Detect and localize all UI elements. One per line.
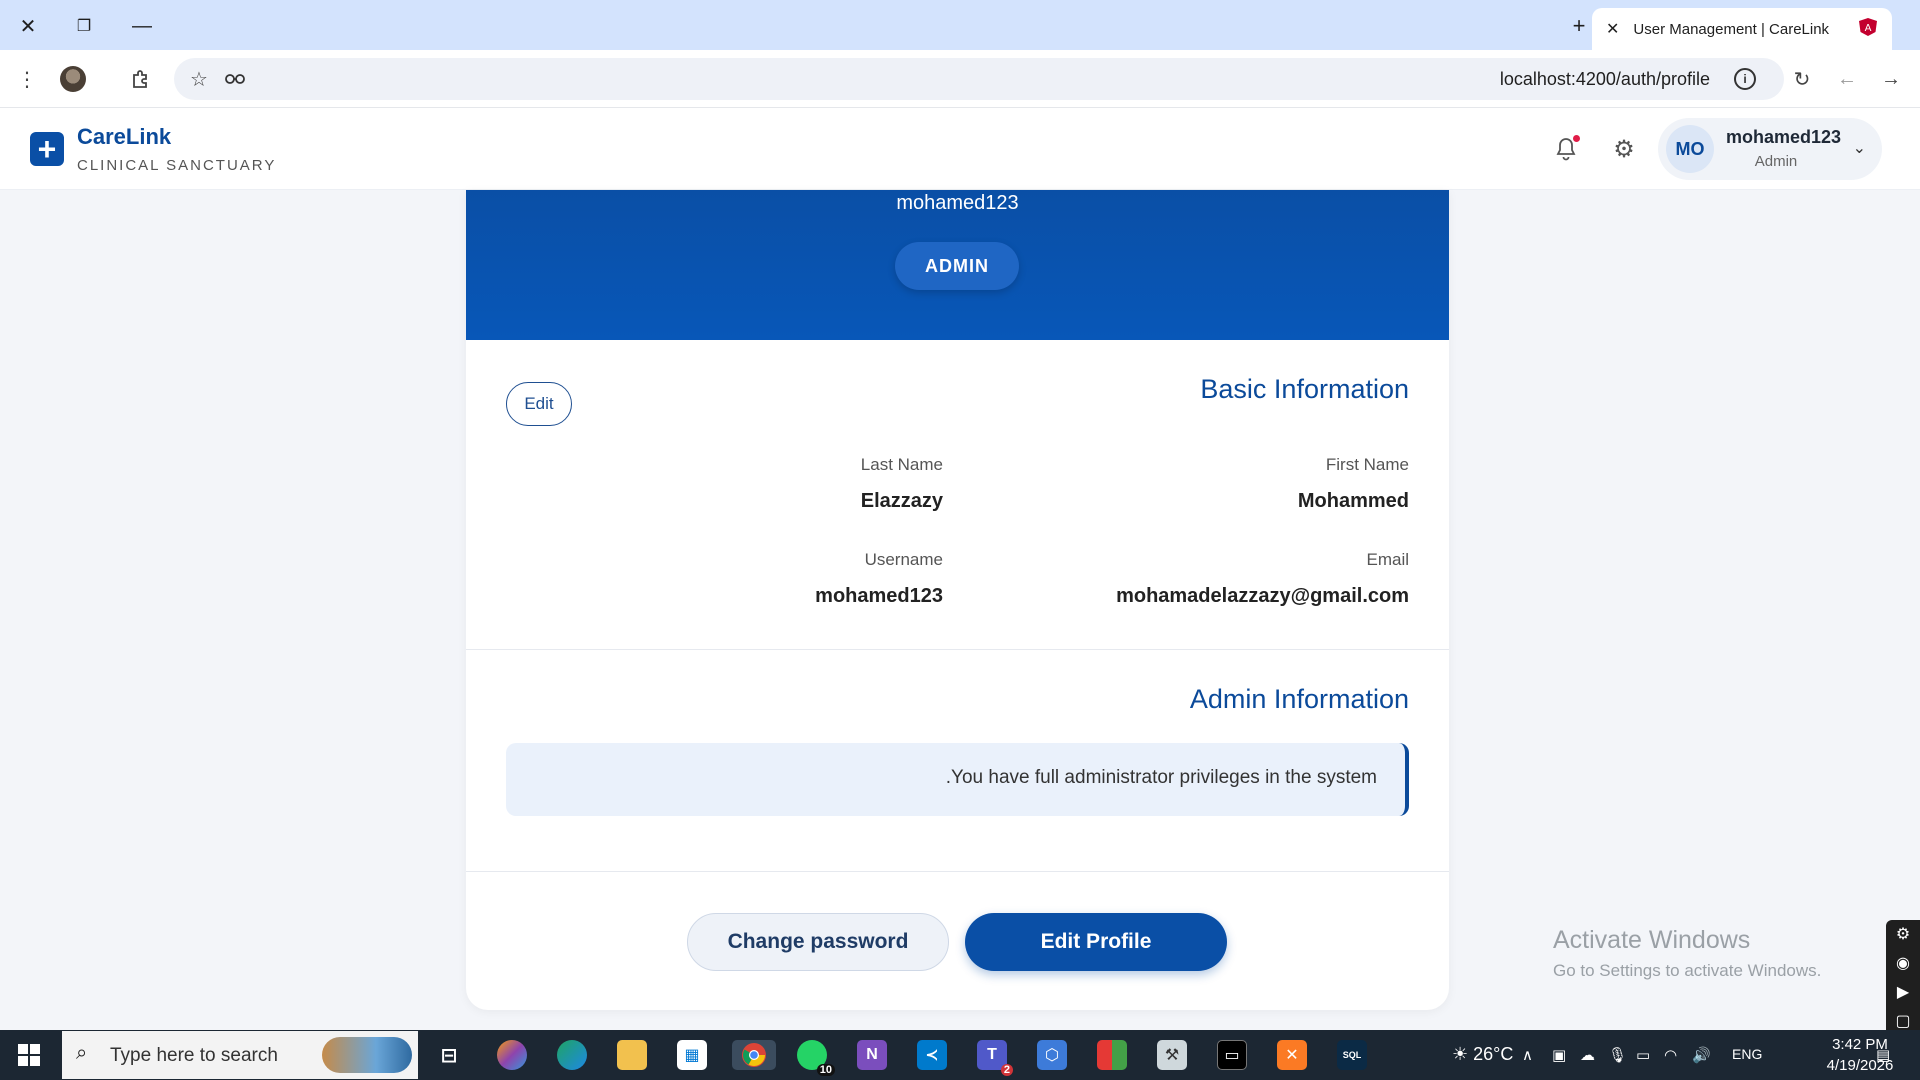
profile-banner: mohamed123 ADMIN [466,190,1449,340]
browser-tab-strip: ✕ ❐ — + ✕ User Management | CareLink A [0,0,1920,50]
first-name-label: First Name [1325,455,1409,474]
weather-temp: 26°C [1473,1044,1514,1064]
mysql-icon[interactable]: SQL [1337,1040,1367,1070]
admin-info-title: Admin Information [1189,684,1409,714]
close-window-icon[interactable]: ✕ [14,12,42,40]
brand-name: CareLink [77,124,172,149]
camera-icon[interactable]: ◉ [1886,949,1920,978]
app-header: + CareLink CLINICAL SANCTUARY ⚙ MO moham… [0,108,1920,190]
xampp-icon[interactable]: ✕ [1277,1040,1307,1070]
admin-notice-text: .You have full administrator privileges … [945,767,1377,788]
angular-favicon-icon: A [1858,17,1878,41]
taskbar-search[interactable]: ⌕ Type here to search [62,1031,418,1079]
activate-line1: Activate Windows [1553,926,1751,954]
svg-text:A: A [1865,23,1872,34]
tool-icon[interactable]: ⚒ [1157,1040,1187,1070]
virtualbox-icon[interactable]: ⬡ [1037,1040,1067,1070]
terminal-icon[interactable]: ▭ [1217,1040,1247,1070]
whatsapp-icon[interactable]: 10 [797,1040,835,1076]
extensions-icon[interactable] [126,64,156,94]
tab-title: User Management | CareLink [1633,20,1830,38]
carelink-logo-icon: + [30,132,64,166]
first-name-value: Mohammed [1297,490,1409,512]
onedrive-icon[interactable]: ☁ [1580,1046,1595,1064]
store-icon[interactable]: ▦ [677,1040,707,1070]
teams-icon[interactable]: T 2 [977,1040,1013,1076]
browser-toolbar: ⋮ ☆ localhost:4200/auth/profile i ↻ ← → [0,50,1920,108]
user-role: Admin [1754,153,1798,170]
role-badge: ADMIN [895,242,1019,290]
minimize-window-icon[interactable]: — [128,12,156,40]
notifications-icon[interactable]: ▤ [1876,1046,1890,1064]
activate-windows-watermark: Activate Windows Go to Settings to activ… [1553,926,1821,981]
whatsapp-badge: 10 [816,1064,835,1076]
file-explorer-icon[interactable] [617,1040,647,1070]
username-label: Username [864,550,943,569]
basic-info-title: Basic Information [1200,374,1409,404]
vscode-icon[interactable]: ≺ [917,1040,947,1070]
change-password-button[interactable]: Change password [687,913,949,971]
user-name: mohamed123 [1726,127,1842,147]
search-highlight-art [322,1037,412,1073]
notification-bell-icon[interactable] [1551,134,1581,164]
section-divider [466,649,1449,650]
tab-close-icon[interactable]: ✕ [1606,19,1619,39]
app-grid-icon[interactable] [1097,1040,1127,1070]
email-value: mohamadelazzazy@gmail.com [1116,585,1409,607]
profile-avatar-icon[interactable] [60,66,86,92]
edit-profile-button[interactable]: Edit Profile [965,913,1227,971]
search-icon: ⌕ [76,1042,88,1064]
restore-window-icon[interactable]: ❐ [70,12,98,40]
email-label: Email [1366,550,1409,569]
wifi-icon[interactable]: ◠ [1664,1046,1677,1064]
capture-settings-icon[interactable]: ⚙ [1886,920,1920,949]
actions-divider [466,871,1449,872]
admin-notice: .You have full administrator privileges … [506,743,1409,816]
visual-studio-icon[interactable]: N [857,1040,887,1070]
chevron-down-icon[interactable]: ⌄ [1853,138,1866,158]
address-bar[interactable]: ☆ localhost:4200/auth/profile i [174,58,1784,100]
taskbar-search-placeholder: Type here to search [110,1045,278,1066]
teams-badge: 2 [1000,1064,1013,1076]
back-arrow-icon[interactable]: ← [1832,64,1862,94]
bookmark-star-icon[interactable]: ☆ [184,64,214,94]
forward-arrow-icon[interactable]: → [1876,64,1906,94]
language-indicator[interactable]: ENG [1732,1046,1762,1062]
video-icon[interactable]: ▶ [1886,978,1920,1007]
volume-icon[interactable]: 🔊 [1692,1046,1711,1064]
last-name-value: Elazzazy [860,490,943,512]
windows-taskbar: ⌕ Type here to search ⊟ ▦ 10 N ≺ T 2 ⬡ ⚒… [0,1030,1920,1080]
profile-card: mohamed123 ADMIN Edit Basic Information … [466,190,1449,1010]
notification-dot [1573,135,1580,142]
weather-widget[interactable]: ☀ 26°C [1452,1044,1513,1065]
site-info-icon[interactable]: i [1734,68,1756,90]
user-menu[interactable]: MO mohamed123 Admin ⌄ [1658,118,1882,180]
task-view-icon[interactable]: ⊟ [434,1040,464,1070]
edit-basic-info-button[interactable]: Edit [506,382,572,426]
url-text[interactable]: localhost:4200/auth/profile [1500,69,1710,90]
brand-subtitle: CLINICAL SANCTUARY [77,157,277,174]
settings-gear-icon[interactable]: ⚙ [1609,134,1639,164]
floating-capture-toolbar: ⚙ ◉ ▶ ▢ [1886,920,1920,1038]
tray-apps-icon[interactable]: ▣ [1552,1046,1566,1064]
copilot-icon[interactable] [497,1040,527,1070]
edge-icon[interactable] [557,1040,587,1070]
activate-line2: Go to Settings to activate Windows. [1553,961,1822,980]
user-avatar: MO [1666,125,1714,173]
last-name-label: Last Name [860,455,943,474]
weather-icon: ☀ [1452,1044,1469,1064]
banner-username: mohamed123 [896,192,1019,214]
reload-icon[interactable]: ↻ [1787,64,1817,94]
microphone-icon[interactable]: 🎙 [1608,1046,1627,1064]
reading-mode-icon[interactable] [220,64,250,94]
battery-icon[interactable]: ▭ [1636,1046,1650,1064]
chrome-icon[interactable] [732,1040,776,1070]
tray-chevron-icon[interactable]: ∧ [1522,1046,1533,1064]
username-value: mohamed123 [815,585,943,607]
new-tab-button[interactable]: + [1566,13,1592,39]
active-tab[interactable]: ✕ User Management | CareLink A [1592,8,1892,50]
menu-kebab-icon[interactable]: ⋮ [12,64,42,94]
windows-start-icon[interactable] [18,1044,40,1066]
